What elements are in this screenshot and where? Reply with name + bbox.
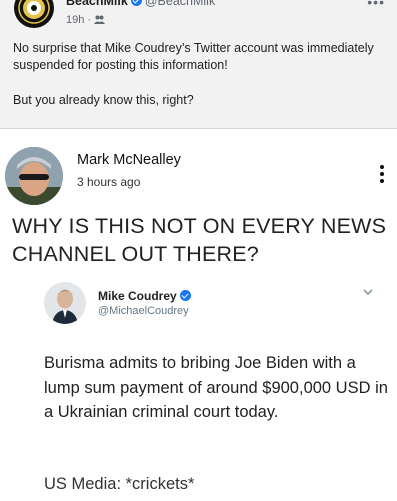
friends-icon	[94, 15, 106, 24]
chevron-down-icon[interactable]	[362, 286, 374, 298]
post-text-line-2: But you already know this, right?	[13, 93, 194, 107]
kebab-menu-icon[interactable]	[380, 165, 384, 186]
post-time[interactable]: 19h	[66, 14, 84, 26]
post-author[interactable]: BeachMilk @BeachMilk	[66, 0, 215, 8]
tweet-profile-photo-icon	[44, 282, 86, 324]
tweet-author-name[interactable]: Mike Coudrey	[98, 289, 177, 303]
avatar[interactable]	[5, 147, 63, 205]
verified-badge-icon	[179, 290, 191, 301]
profile-photo-icon	[5, 147, 63, 205]
shared-post-card: Mark McNealley 3 hours ago WHY IS THIS N…	[0, 128, 397, 501]
tweet-extra-text: US Media: *crickets*	[44, 475, 195, 493]
post-text-line-1: No surprise that Mike Coudrey’s Twitter …	[13, 41, 374, 72]
post-meta: 19h ·	[66, 14, 106, 26]
seal-logo-icon	[15, 0, 53, 27]
author-name[interactable]: BeachMilk	[66, 0, 128, 8]
shared-author-name[interactable]: Mark McNealley	[77, 152, 181, 168]
tweet-avatar[interactable]	[44, 282, 86, 324]
meta-separator: ·	[87, 14, 92, 26]
page-avatar[interactable]	[14, 0, 54, 28]
shared-post-time[interactable]: 3 hours ago	[77, 175, 140, 189]
post-header: BeachMilk @BeachMilk 19h · •••	[0, 0, 397, 30]
verified-badge-icon	[130, 0, 142, 6]
author-handle[interactable]: @BeachMilk	[145, 0, 215, 8]
shared-headline: WHY IS THIS NOT ON EVERY NEWS CHANNEL OU…	[12, 214, 387, 266]
more-dots-icon[interactable]: •••	[367, 0, 385, 10]
post-text: No surprise that Mike Coudrey’s Twitter …	[13, 40, 388, 109]
tweet-handle[interactable]: @MichaelCoudrey	[98, 305, 189, 317]
tweet-author[interactable]: Mike Coudrey	[98, 289, 191, 303]
tweet-body: Burisma admits to bribing Joe Biden with…	[44, 354, 388, 421]
